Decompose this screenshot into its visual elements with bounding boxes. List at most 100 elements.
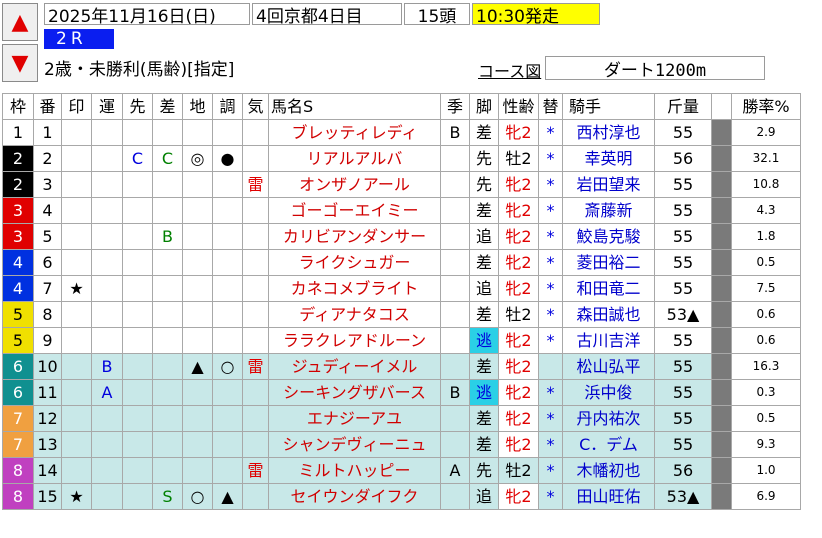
col-umaban[interactable]: 番	[33, 93, 62, 120]
chi-cell: ▲	[182, 353, 213, 380]
win-rate-cell: 0.5	[731, 249, 801, 276]
col-un[interactable]: 運	[91, 93, 123, 120]
mark-cell: ★	[61, 483, 92, 510]
jockey-name: 田山旺佑	[562, 483, 655, 510]
table-row[interactable]: 4 6 ライクシュガー 差牝2 * 菱田裕二 55 0.5	[2, 249, 801, 276]
sex-age-cell: 牝2	[498, 171, 539, 198]
horse-name: カリビアンダンサー	[268, 223, 441, 250]
mark-cell	[61, 145, 92, 172]
table-row[interactable]: 6 11 A シーキングザバース B 逃牝2 * 浜中俊 55 0.3	[2, 379, 801, 406]
kyaku-cell: 差	[469, 197, 499, 224]
sa-cell	[152, 119, 183, 146]
jockey-name: 西村淳也	[562, 119, 655, 146]
bar-cell	[711, 405, 732, 432]
cho-cell: ●	[212, 145, 243, 172]
umaban-cell: 15	[33, 483, 62, 510]
sex-age-cell: 牝2	[498, 197, 539, 224]
saki-cell	[122, 275, 153, 302]
kyaku-cell: 先	[469, 145, 499, 172]
prev-race-button[interactable]: ▲	[2, 3, 38, 41]
cho-cell	[212, 171, 243, 198]
waku-cell: 8	[2, 457, 34, 484]
sa-cell	[152, 197, 183, 224]
horse-name: ゴーゴーエイミー	[268, 197, 441, 224]
kyaku-cell: 追	[469, 483, 499, 510]
col-cho[interactable]: 調	[212, 93, 243, 120]
kisetsu-cell	[440, 483, 470, 510]
table-row[interactable]: 2 2 C C ◎ ● リアルアルバ先牡2 * 幸英明 56 32.1	[2, 145, 801, 172]
sa-cell	[152, 171, 183, 198]
table-row[interactable]: 2 3 雷オンザノアール 先牝2 * 岩田望来 55 10.8	[2, 171, 801, 198]
table-row[interactable]: 5 9 ララクレアドルーン 逃牝2 * 古川吉洋 55 0.6	[2, 327, 801, 354]
horse-name: ディアナタコス	[268, 301, 441, 328]
chi-cell	[182, 223, 213, 250]
waku-cell: 1	[2, 119, 34, 146]
race-date: 2025年11月16日(日)	[44, 3, 250, 25]
table-row[interactable]: 3 4 ゴーゴーエイミー 差牝2 * 斎藤新 55 4.3	[2, 197, 801, 224]
mark-cell	[61, 119, 92, 146]
horse-name: リアルアルバ	[268, 145, 441, 172]
horse-name: セイウンダイフク	[268, 483, 441, 510]
bar-cell	[711, 457, 732, 484]
un-cell	[91, 171, 123, 198]
col-mark[interactable]: 印	[61, 93, 92, 120]
col-jockey[interactable]: 騎手	[562, 93, 655, 120]
mark-cell	[61, 171, 92, 198]
col-saki[interactable]: 先	[122, 93, 153, 120]
kawari-cell: *	[538, 457, 563, 484]
next-race-button[interactable]: ▼	[2, 44, 38, 82]
table-row[interactable]: 1 1 ブレッティレディ B 差牝2 * 西村淳也 55 2.9	[2, 119, 801, 146]
kyaku-cell: 逃	[469, 379, 499, 406]
bar-cell	[711, 223, 732, 250]
win-rate-cell: 10.8	[731, 171, 801, 198]
table-row[interactable]: 7 12 エナジーアユ 差牝2 * 丹内祐次 55 0.5	[2, 405, 801, 432]
un-cell	[91, 249, 123, 276]
umaban-cell: 1	[33, 119, 62, 146]
mark-cell	[61, 457, 92, 484]
col-chi[interactable]: 地	[182, 93, 213, 120]
cho-cell	[212, 249, 243, 276]
chi-cell	[182, 379, 213, 406]
chi-cell	[182, 457, 213, 484]
table-row[interactable]: 5 8 ディアナタコス 差牡2 * 森田誠也 53▲ 0.6	[2, 301, 801, 328]
mark-cell	[61, 197, 92, 224]
kinryo-cell: 53▲	[654, 301, 712, 328]
chi-cell: ○	[182, 483, 213, 510]
col-kisetsu[interactable]: 季	[440, 93, 470, 120]
table-row[interactable]: 6 10 B ▲ ○ 雷ジュディーイメル 差牝2 松山弘平 55 16.3	[2, 353, 801, 380]
un-cell	[91, 275, 123, 302]
col-kinryo[interactable]: 斤量	[654, 93, 712, 120]
bar-cell	[711, 145, 732, 172]
meeting-info: 4回京都4日目	[252, 3, 402, 25]
saki-cell	[122, 171, 153, 198]
sa-cell: S	[152, 483, 183, 510]
kinryo-cell: 55	[654, 353, 712, 380]
mark-cell	[61, 431, 92, 458]
horse-name: ブレッティレディ	[268, 119, 441, 146]
saki-cell	[122, 249, 153, 276]
course-distance: ダート1200m	[545, 56, 765, 81]
col-waku[interactable]: 枠	[2, 93, 34, 120]
cho-cell	[212, 405, 243, 432]
col-sa[interactable]: 差	[152, 93, 183, 120]
win-rate-cell: 4.3	[731, 197, 801, 224]
sex-age-cell: 牝2	[498, 249, 539, 276]
col-horse-name[interactable]: 馬名S	[268, 93, 441, 120]
course-map-link[interactable]: コース図	[478, 58, 541, 82]
col-kyaku[interactable]: 脚	[469, 93, 499, 120]
ki-cell	[242, 223, 269, 250]
kyaku-cell: 追	[469, 223, 499, 250]
table-row[interactable]: 4 7 ★ カネコメブライト 追牝2 * 和田竜二 55 7.5	[2, 275, 801, 302]
table-row[interactable]: 7 13 シャンデヴィーニュ 差牝2 * C．デム 55 9.3	[2, 431, 801, 458]
col-sex-age[interactable]: 性齢	[498, 93, 539, 120]
sex-age-cell: 牝2	[498, 275, 539, 302]
cho-cell	[212, 327, 243, 354]
sa-cell	[152, 457, 183, 484]
cho-cell: ▲	[212, 483, 243, 510]
table-row[interactable]: 8 15 ★ S ○ ▲ セイウンダイフク 追牝2 * 田山旺佑 53▲ 6.9	[2, 483, 801, 510]
table-row[interactable]: 3 5 B カリビアンダンサー 追牝2 * 鮫島克駿 55 1.8	[2, 223, 801, 250]
col-kawari[interactable]: 替	[538, 93, 563, 120]
col-ki[interactable]: 気	[242, 93, 269, 120]
col-win-rate[interactable]: 勝率%	[731, 93, 801, 120]
table-row[interactable]: 8 14 雷ミルトハッピー A 先牡2 * 木幡初也 56 1.0	[2, 457, 801, 484]
